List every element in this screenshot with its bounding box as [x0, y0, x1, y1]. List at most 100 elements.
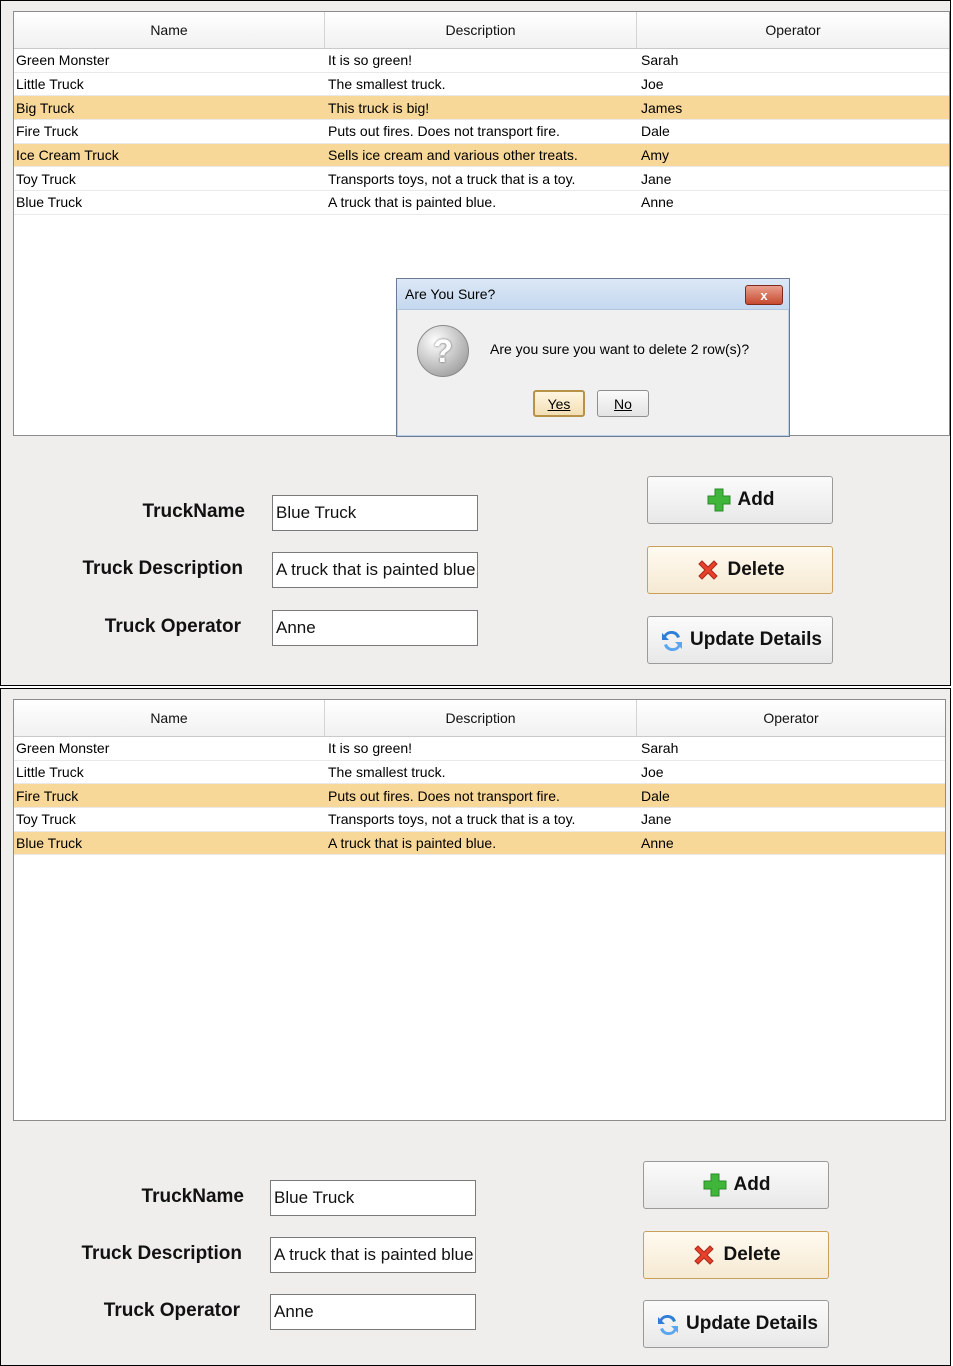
cell-name: Green Monster [16, 740, 110, 757]
table-header: Name Description Operator [14, 700, 945, 737]
cell-operator: Amy [641, 147, 669, 164]
cell-operator: Jane [641, 170, 672, 187]
cell-description: Transports toys, not a truck that is a t… [328, 811, 576, 828]
truck-description-label: Truck Description [82, 558, 244, 579]
table-row[interactable]: Green Monster It is so green! Sarah [14, 49, 949, 73]
update-button-label: Update Details [686, 1313, 818, 1334]
cell-name: Fire Truck [16, 123, 79, 140]
column-header-description[interactable]: Description [325, 12, 637, 48]
truck-name-label: TruckName [141, 1186, 244, 1207]
dialog-titlebar[interactable]: Are You Sure? x [397, 279, 789, 310]
cell-name: Green Monster [16, 52, 110, 69]
column-header-name[interactable]: Name [14, 12, 325, 48]
cell-operator: James [641, 99, 683, 116]
yes-button-label: Yes [547, 395, 571, 412]
truck-description-field[interactable]: A truck that is painted blue. [270, 1237, 476, 1273]
cell-operator: Anne [641, 194, 674, 211]
cell-name: Blue Truck [16, 835, 83, 852]
truck-operator-field[interactable]: Anne [270, 1294, 476, 1330]
close-glyph: x [760, 287, 768, 303]
cell-operator: Anne [641, 835, 674, 852]
table-body: Green Monster It is so green! Sarah Little … [14, 737, 945, 856]
delete-x-icon [691, 1242, 717, 1268]
delete-button-label: Delete [723, 1244, 781, 1265]
table-row[interactable]: Green Monster It is so green! Sarah [14, 737, 945, 761]
cell-name: Little Truck [16, 76, 84, 93]
cell-operator: Dale [641, 787, 670, 804]
no-button[interactable]: No [597, 390, 649, 417]
refresh-icon [654, 1311, 680, 1337]
refresh-icon [658, 627, 684, 653]
cell-operator: Joe [641, 764, 664, 781]
dialog-message: Are you sure you want to delete 2 row(s)… [490, 341, 750, 357]
plus-icon [706, 487, 732, 513]
cell-operator: Joe [641, 76, 664, 93]
update-details-button[interactable]: Update Details [643, 1300, 829, 1348]
cell-operator: Sarah [641, 52, 679, 69]
column-header-operator[interactable]: Operator [637, 12, 949, 48]
add-button[interactable]: Add [643, 1161, 829, 1209]
cell-operator: Dale [641, 123, 670, 140]
cell-name: Toy Truck [16, 170, 76, 187]
add-button[interactable]: Add [647, 476, 833, 524]
cell-description: The smallest truck. [328, 764, 446, 781]
dialog-title: Are You Sure? [405, 286, 496, 302]
truck-table: Name Description Operator Green Monster I… [13, 699, 946, 1121]
cell-name: Ice Cream Truck [16, 147, 119, 164]
delete-button-label: Delete [727, 559, 785, 580]
question-icon: ? [417, 325, 469, 377]
no-button-label: No [614, 395, 632, 412]
truck-description-field[interactable]: A truck that is painted blue. [272, 552, 478, 588]
table-row[interactable]: Big Truck This truck is big! James [14, 96, 949, 121]
table-body: Green Monster It is so green! Sarah Little … [14, 49, 949, 215]
truck-window-after-delete: Name Description Operator Green Monster I… [0, 688, 951, 1366]
cell-description: Sells ice cream and various other treats… [328, 147, 578, 164]
column-header-description[interactable]: Description [325, 700, 637, 736]
truck-operator-label: Truck Operator [103, 1300, 240, 1321]
truck-operator-label: Truck Operator [104, 616, 241, 637]
truck-name-label: TruckName [142, 501, 245, 522]
confirm-delete-dialog: Are You Sure? x ? Are you sure you want … [396, 278, 790, 437]
table-row[interactable]: Toy Truck Transports toys, not a truck th… [14, 167, 949, 192]
column-header-name[interactable]: Name [14, 700, 325, 736]
update-button-label: Update Details [690, 629, 822, 650]
delete-button[interactable]: Delete [647, 546, 833, 594]
cell-description: The smallest truck. [328, 76, 446, 93]
table-row[interactable]: Little Truck The smallest truck. Joe [14, 73, 949, 97]
cell-description: A truck that is painted blue. [328, 835, 497, 852]
close-icon[interactable]: x [745, 285, 783, 305]
cell-name: Toy Truck [16, 811, 76, 828]
table-row[interactable]: Little Truck The smallest truck. Joe [14, 761, 945, 785]
table-row[interactable]: Fire Truck Puts out fires. Does not trans… [14, 784, 945, 809]
cell-name: Big Truck [16, 99, 75, 116]
cell-description: It is so green! [328, 740, 413, 757]
cell-description: Puts out fires. Does not transport fire. [328, 123, 560, 140]
yes-button[interactable]: Yes [533, 390, 585, 417]
plus-icon [702, 1172, 728, 1198]
table-header: Name Description Operator [14, 12, 949, 49]
table-row[interactable]: Blue Truck A truck that is painted blue. A… [14, 831, 945, 856]
cell-description: This truck is big! [328, 99, 430, 116]
cell-name: Little Truck [16, 764, 84, 781]
truck-operator-field[interactable]: Anne [272, 610, 478, 646]
table-row[interactable]: Toy Truck Transports toys, not a truck th… [14, 808, 945, 832]
table-row[interactable]: Blue Truck A truck that is painted blue. A… [14, 191, 949, 215]
column-header-operator[interactable]: Operator [637, 700, 945, 736]
cell-operator: Sarah [641, 740, 679, 757]
truck-description-label: Truck Description [81, 1243, 243, 1264]
update-details-button[interactable]: Update Details [647, 616, 833, 664]
table-row[interactable]: Ice Cream Truck Sells ice cream and vario… [14, 143, 949, 168]
table-row[interactable]: Fire Truck Puts out fires. Does not trans… [14, 120, 949, 144]
cell-description: A truck that is painted blue. [328, 194, 497, 211]
truck-name-field[interactable]: Blue Truck [272, 495, 478, 531]
add-button-label: Add [733, 1174, 771, 1195]
cell-name: Fire Truck [16, 787, 79, 804]
cell-description: Puts out fires. Does not transport fire. [328, 787, 560, 804]
delete-button[interactable]: Delete [643, 1231, 829, 1279]
truck-window-before-delete: Name Description Operator Green Monster I… [0, 0, 951, 686]
truck-name-field[interactable]: Blue Truck [270, 1180, 476, 1216]
cell-description: It is so green! [328, 52, 413, 69]
add-button-label: Add [737, 489, 775, 510]
delete-x-icon [695, 557, 721, 583]
cell-name: Blue Truck [16, 194, 83, 211]
